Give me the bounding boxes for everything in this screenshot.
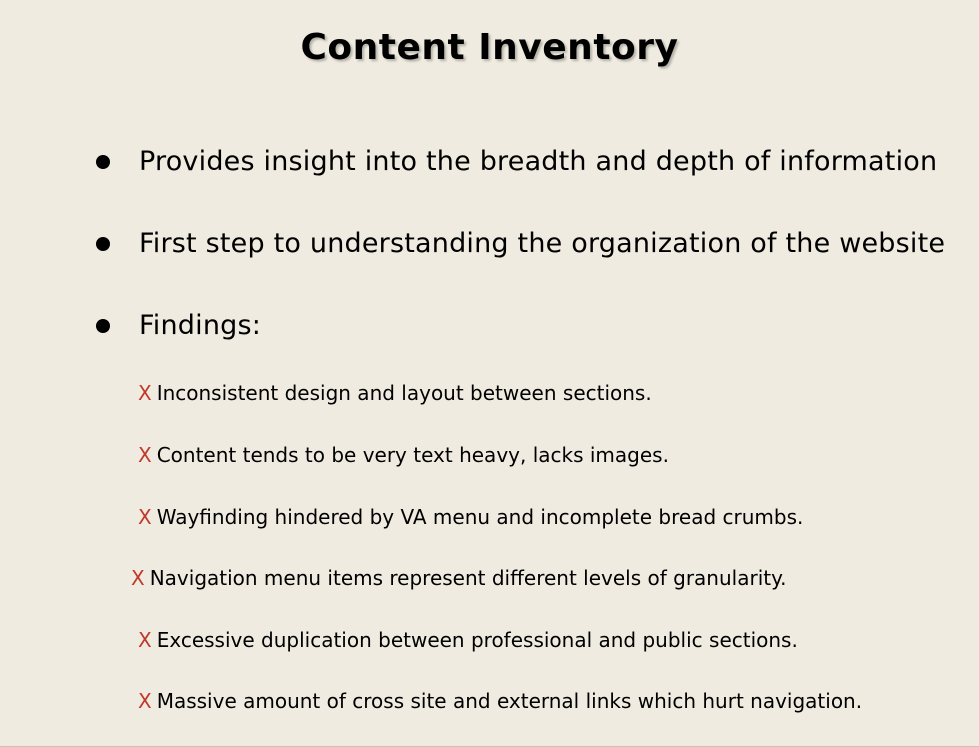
finding-item: X Navigation menu items represent differ… <box>131 564 786 592</box>
finding-item: X Massive amount of cross site and exter… <box>138 687 862 715</box>
finding-item: X Wayfinding hindered by VA menu and inc… <box>138 503 803 531</box>
bullet-dot-icon <box>96 319 110 333</box>
x-mark-icon: X <box>138 443 152 467</box>
bullet-item-first-step: First step to understanding the organiza… <box>96 226 945 262</box>
bullet-text: Provides insight into the breadth and de… <box>139 146 938 177</box>
bullet-dot-icon <box>96 237 110 251</box>
finding-item: X Inconsistent design and layout between… <box>138 379 652 407</box>
finding-item: X Content tends to be very text heavy, l… <box>138 441 669 469</box>
finding-text: Excessive duplication between profession… <box>156 628 798 652</box>
finding-item: X Excessive duplication between professi… <box>138 626 798 654</box>
finding-text: Wayfinding hindered by VA menu and incom… <box>156 505 804 529</box>
x-mark-icon: X <box>138 381 152 405</box>
bullet-dot-icon <box>96 155 110 169</box>
x-mark-icon: X <box>131 566 145 590</box>
bullet-item-insight: Provides insight into the breadth and de… <box>96 144 937 180</box>
finding-text: Navigation menu items represent differen… <box>149 566 787 590</box>
bullet-text: First step to understanding the organiza… <box>139 228 946 259</box>
bullet-text: Findings: <box>139 310 262 341</box>
finding-text: Massive amount of cross site and externa… <box>156 689 863 713</box>
x-mark-icon: X <box>138 628 152 652</box>
x-mark-icon: X <box>138 689 152 713</box>
x-mark-icon: X <box>138 505 152 529</box>
bullet-item-findings: Findings: <box>96 308 261 344</box>
finding-text: Inconsistent design and layout between s… <box>156 381 652 405</box>
finding-text: Content tends to be very text heavy, lac… <box>156 443 669 467</box>
slide-title: Content Inventory <box>300 27 679 68</box>
